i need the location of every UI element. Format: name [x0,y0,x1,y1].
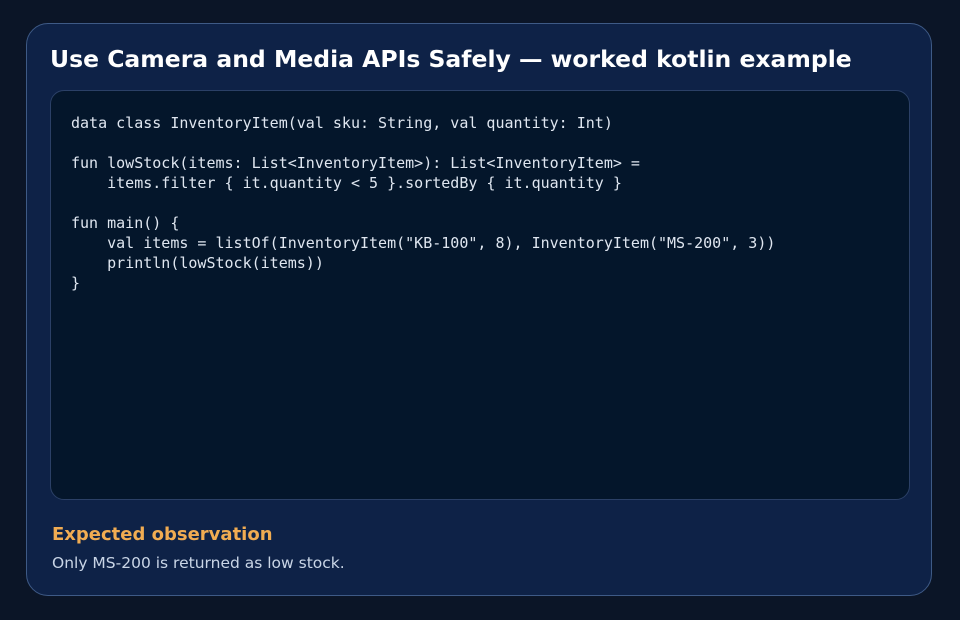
page-title: Use Camera and Media APIs Safely — worke… [50,45,852,73]
code-panel: data class InventoryItem(val sku: String… [50,90,910,500]
observation-text: Only MS-200 is returned as low stock. [52,554,345,572]
code-block[interactable]: data class InventoryItem(val sku: String… [71,113,775,293]
observation-heading: Expected observation [52,524,273,545]
